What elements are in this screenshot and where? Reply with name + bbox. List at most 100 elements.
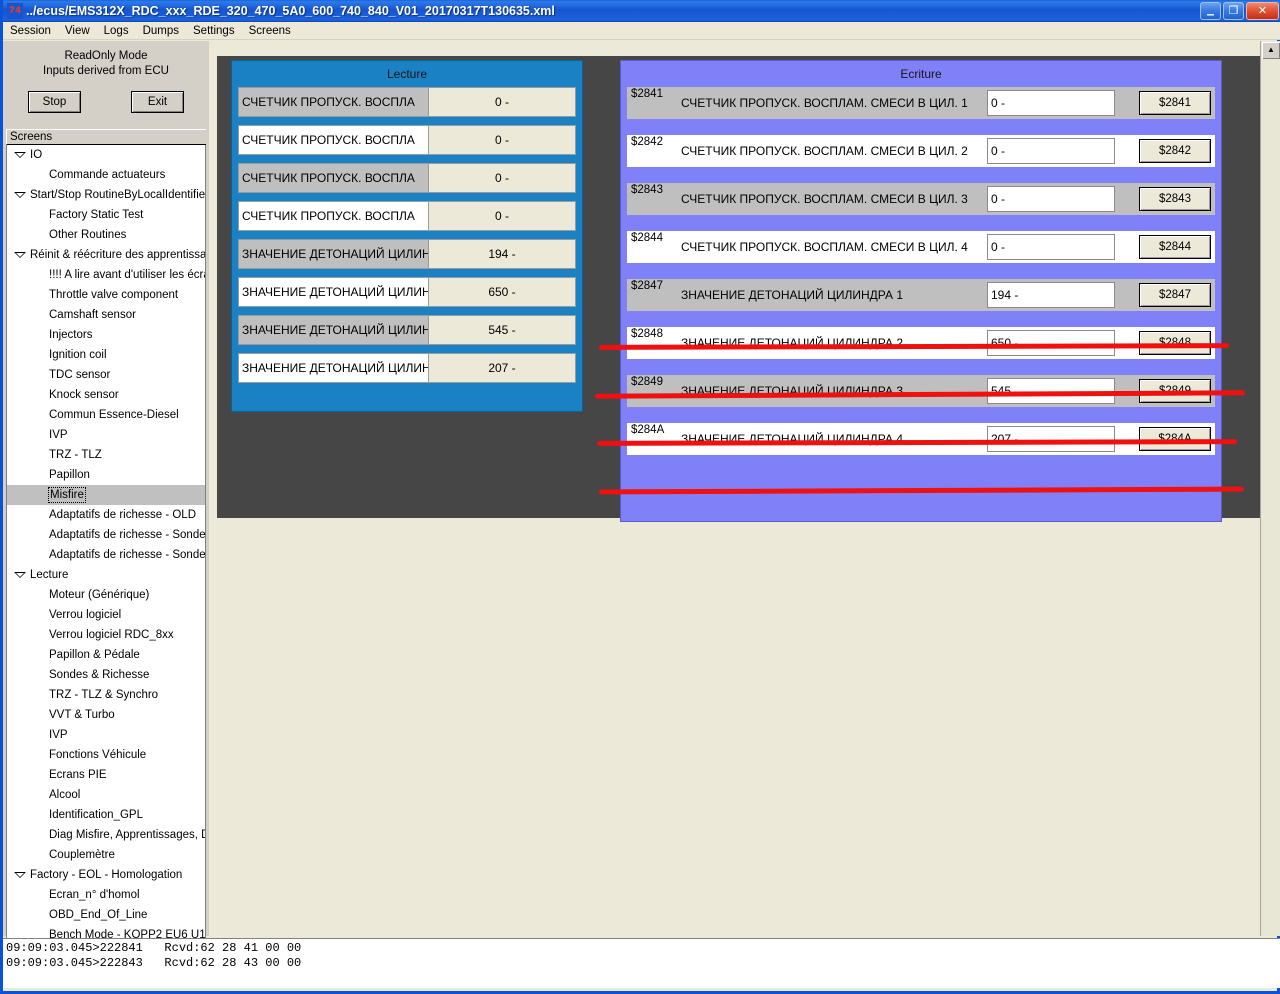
ecriture-value-input[interactable]: 207 - [987, 426, 1115, 452]
tree-item-commande-actuateurs[interactable]: Commande actuateurs [7, 165, 205, 185]
ecriture-value-input[interactable]: 0 - [987, 234, 1115, 260]
tree-item-adaptatifs-de-richesse-old[interactable]: Adaptatifs de richesse - OLD [7, 505, 205, 525]
tree-item-papillon-p-dale[interactable]: Papillon & Pédale [7, 645, 205, 665]
ecriture-write-button[interactable]: $2849 [1139, 379, 1211, 403]
tree-item-diag-misfire-apprentissages-dia[interactable]: Diag Misfire, Apprentissages, Dia [7, 825, 205, 845]
tree-item-knock-sensor[interactable]: Knock sensor [7, 385, 205, 405]
tree-item-label: Verrou logiciel RDC_8xx [49, 629, 174, 641]
tree-item-io[interactable]: IO [7, 145, 205, 165]
tree-item-misfire[interactable]: Misfire [7, 485, 205, 505]
tree-item-obd-end-of-line[interactable]: OBD_End_Of_Line [7, 905, 205, 925]
lecture-row: СЧЕТЧИК ПРОПУСК. ВОСПЛА 0 - [238, 87, 576, 117]
menu-item-logs[interactable]: Logs [97, 24, 136, 38]
tree-item-label: Other Routines [49, 229, 127, 241]
screens-tree[interactable]: IO Commande actuateurs Start/Stop RoutineB… [6, 145, 206, 965]
tree-item-ignition-coil[interactable]: Ignition coil [7, 345, 205, 365]
ecriture-value-input[interactable]: 0 - [987, 186, 1115, 212]
ecriture-write-button[interactable]: $2841 [1139, 91, 1211, 115]
tree-item-ecrans-pie[interactable]: Ecrans PIE [7, 765, 205, 785]
restore-button[interactable]: ❐ [1223, 2, 1244, 20]
scroll-up-icon[interactable]: ▲ [1262, 42, 1280, 59]
chevron-down-icon[interactable] [14, 192, 26, 198]
tree-item-label: Adaptatifs de richesse - OLD [49, 509, 197, 521]
tree-item-adaptatifs-de-richesse-sonde-bi[interactable]: Adaptatifs de richesse - Sonde bi [7, 525, 205, 545]
ecriture-row: $2848 ЗНАЧЕНИЕ ДЕТОНАЦИЙ ЦИЛИНДРА 2 650 - $… [627, 327, 1215, 359]
ecriture-row-code: $2844 [631, 232, 663, 244]
menu-bar: Session View Logs Dumps Settings Screens [3, 22, 1280, 40]
tree-item-fonctions-v-hicule[interactable]: Fonctions Véhicule [7, 745, 205, 765]
ecriture-row-code: $284A [631, 424, 665, 436]
ecriture-value-input[interactable]: 545 - [987, 378, 1115, 404]
lecture-row: ЗНАЧЕНИЕ ДЕТОНАЦИЙ ЦИЛИНДРА 4207 - [238, 353, 576, 383]
lecture-parameter-value: 207 - [428, 353, 576, 383]
lecture-panel: Lecture СЧЕТЧИК ПРОПУСК. ВОСПЛА 0 - СЧЕТЧИ… [231, 60, 583, 412]
tree-item-ivp[interactable]: IVP [7, 425, 205, 445]
chevron-down-icon[interactable] [14, 872, 26, 878]
tree-item-verrou-logiciel-rdc-8xx[interactable]: Verrou logiciel RDC_8xx [7, 625, 205, 645]
tree-item-lecture[interactable]: Lecture [7, 565, 205, 585]
menu-item-settings[interactable]: Settings [186, 24, 242, 38]
tree-item-throttle-valve-component[interactable]: Throttle valve component [7, 285, 205, 305]
tree-item-label: IVP [49, 729, 68, 741]
ecriture-write-button[interactable]: $2844 [1139, 235, 1211, 259]
menu-item-view[interactable]: View [58, 24, 97, 38]
stop-button[interactable]: Stop [28, 91, 81, 113]
tree-item-trz-tlz[interactable]: TRZ - TLZ [7, 445, 205, 465]
ecriture-value-input[interactable]: 0 - [987, 90, 1115, 116]
exit-button[interactable]: Exit [131, 91, 184, 113]
ecriture-value-input[interactable]: 194 - [987, 282, 1115, 308]
tree-item-label: !!!! A lire avant d'utiliser les écran [49, 269, 205, 281]
tree-item-commun-essence-diesel[interactable]: Commun Essence-Diesel [7, 405, 205, 425]
restore-icon: ❐ [1228, 4, 1239, 17]
tree-item-moteur-g-n-rique-[interactable]: Moteur (Générique) [7, 585, 205, 605]
ecriture-write-button[interactable]: $284A [1139, 427, 1211, 451]
ecriture-write-button[interactable]: $2847 [1139, 283, 1211, 307]
tree-item-r-init-r-criture-des-apprentissages[interactable]: Réinit & réécriture des apprentissages [7, 245, 205, 265]
tree-item-camshaft-sensor[interactable]: Camshaft sensor [7, 305, 205, 325]
tree-item-trz-tlz-synchro[interactable]: TRZ - TLZ & Synchro [7, 685, 205, 705]
tree-header: Screens [6, 129, 206, 145]
tree-item-label: Commun Essence-Diesel [49, 409, 179, 421]
chevron-down-icon[interactable] [14, 572, 26, 578]
tree-item-sondes-richesse[interactable]: Sondes & Richesse [7, 665, 205, 685]
minimize-button[interactable]: _ [1200, 1, 1221, 20]
menu-item-screens[interactable]: Screens [242, 24, 298, 38]
ecriture-value-input[interactable]: 0 - [987, 138, 1115, 164]
tree-item-identification-gpl[interactable]: Identification_GPL [7, 805, 205, 825]
menu-item-dumps[interactable]: Dumps [136, 24, 186, 38]
tree-item-ivp[interactable]: IVP [7, 725, 205, 745]
tree-item-start-stop-routinebylocalidentifier-[interactable]: Start/Stop RoutineByLocalIdentifier ( [7, 185, 205, 205]
ecriture-value-input[interactable]: 650 - [987, 330, 1115, 356]
mode-line-2: Inputs derived from ECU [43, 65, 169, 77]
log-pane: 09:09:03.045>222841 Rcvd:62 28 41 00 00 0… [3, 938, 1280, 988]
tree-item-factory-eol-homologation[interactable]: Factory - EOL - Homologation [7, 865, 205, 885]
tree-item-ecran-n-d-homol[interactable]: Ecran_n° d'homol [7, 885, 205, 905]
tree-item-verrou-logiciel[interactable]: Verrou logiciel [7, 605, 205, 625]
close-button[interactable]: ✕ [1246, 2, 1279, 20]
tree-item-papillon[interactable]: Papillon [7, 465, 205, 485]
tree-item--a-lire-avant-d-utiliser-les-cran[interactable]: !!!! A lire avant d'utiliser les écran [7, 265, 205, 285]
ecriture-write-button[interactable]: $2843 [1139, 187, 1211, 211]
tree-item-label: Lecture [30, 569, 69, 581]
ecriture-row-description: ЗНАЧЕНИЕ ДЕТОНАЦИЙ ЦИЛИНДРА 2 [681, 336, 904, 350]
tree-item-alcool[interactable]: Alcool [7, 785, 205, 805]
tree-item-factory-static-test[interactable]: Factory Static Test [7, 205, 205, 225]
tree-item-vvt-turbo[interactable]: VVT & Turbo [7, 705, 205, 725]
ecriture-write-button[interactable]: $2848 [1139, 331, 1211, 355]
tree-item-label: Camshaft sensor [49, 309, 136, 321]
tree-item-label: Ignition coil [49, 349, 107, 361]
lecture-row: СЧЕТЧИК ПРОПУСК. ВОСПЛА 0 - [238, 201, 576, 231]
tree-item-adaptatifs-de-richesse-sonde-pr[interactable]: Adaptatifs de richesse - Sonde pr [7, 545, 205, 565]
tree-item-injectors[interactable]: Injectors [7, 325, 205, 345]
tree-item-label: Ecran_n° d'homol [49, 889, 140, 901]
tree-item-tdc-sensor[interactable]: TDC sensor [7, 365, 205, 385]
tree-item-other-routines[interactable]: Other Routines [7, 225, 205, 245]
chevron-down-icon[interactable] [14, 152, 26, 158]
tree-item-couplem-tre[interactable]: Couplemètre [7, 845, 205, 865]
canvas-vertical-scrollbar[interactable]: ▲ [1260, 41, 1280, 936]
ecriture-row-code: $2841 [631, 88, 663, 100]
menu-item-session[interactable]: Session [3, 24, 58, 38]
lecture-parameter-name: ЗНАЧЕНИЕ ДЕТОНАЦИЙ ЦИЛИНДРА [238, 239, 428, 269]
chevron-down-icon[interactable] [14, 252, 26, 258]
ecriture-write-button[interactable]: $2842 [1139, 139, 1211, 163]
